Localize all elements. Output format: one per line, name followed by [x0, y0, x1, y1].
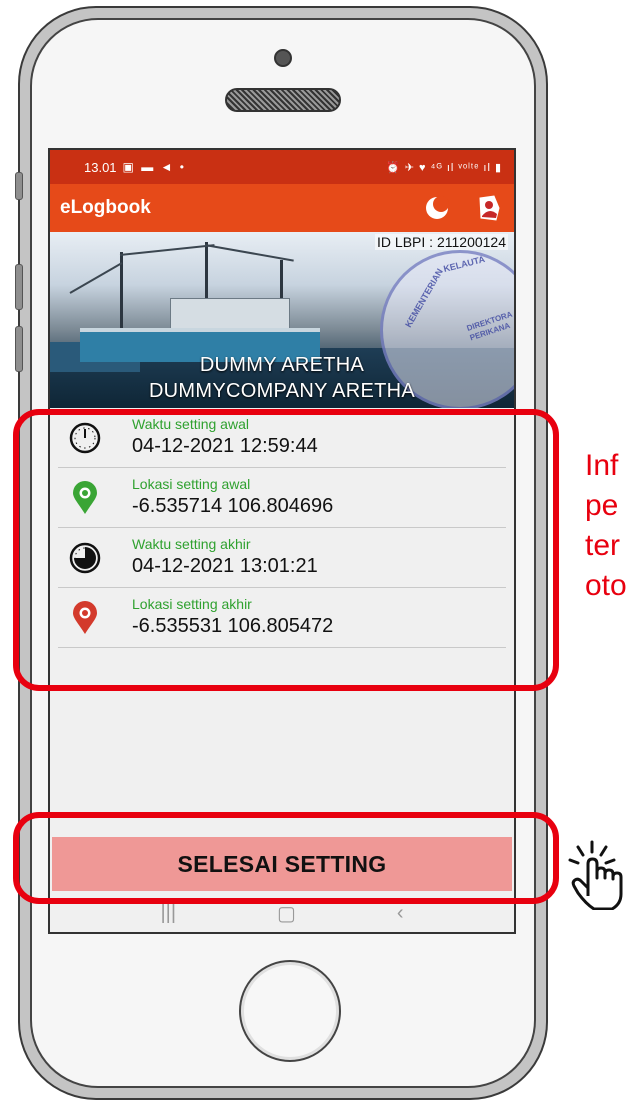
banner-rope: [119, 244, 215, 256]
vessel-banner: KELAUTA KEMENTERIAN DIREKTORA PERIKANA I…: [50, 232, 514, 408]
stamp-text: DIREKTORA PERIKANA: [465, 309, 514, 343]
profile-icon[interactable]: [474, 193, 504, 223]
company-name: DUMMYCOMPANY ARETHA: [148, 380, 416, 402]
app-bar: eLogbook: [50, 184, 514, 232]
lbpi-id: ID LBPI : 211200124: [375, 234, 508, 250]
vessel-name: DUMMY ARETHA: [199, 354, 365, 376]
info-highlight-box: [13, 409, 559, 691]
front-camera: [274, 49, 292, 67]
home-button[interactable]: [239, 960, 341, 1062]
banner-cabin: [170, 298, 290, 330]
stamp-text: KEMENTERIAN: [403, 266, 445, 330]
system-status-icons: ⏰ ✈ ♥ ⁴ᴳ ıl ᵛᵒˡᵗᵉ ıl ▮: [386, 161, 502, 174]
notification-icons: ▣ ▬ ◄ •: [122, 160, 186, 174]
banner-rope: [204, 244, 294, 262]
tap-hand-icon: [568, 840, 623, 910]
button-highlight-box: [13, 812, 559, 904]
stamp-text: KELAUTA: [442, 254, 486, 274]
status-bar: 13.01 ▣ ▬ ◄ • ⏰ ✈ ♥ ⁴ᴳ ıl ᵛᵒˡᵗᵉ ıl ▮: [50, 150, 514, 184]
volume-up-button: [15, 264, 23, 310]
earpiece-speaker: [225, 88, 341, 112]
recent-apps-button[interactable]: |||: [160, 902, 176, 925]
night-mode-icon[interactable]: [422, 193, 452, 223]
app-title: eLogbook: [60, 197, 151, 218]
side-button: [15, 172, 23, 200]
banner-rope: [69, 262, 123, 294]
volume-down-button: [15, 326, 23, 372]
status-time: 13.01: [84, 159, 117, 175]
annotation-note: Inf pe ter oto: [585, 449, 627, 602]
nav-back-button[interactable]: ‹: [397, 902, 404, 925]
nav-home-button[interactable]: ▢: [277, 901, 296, 926]
